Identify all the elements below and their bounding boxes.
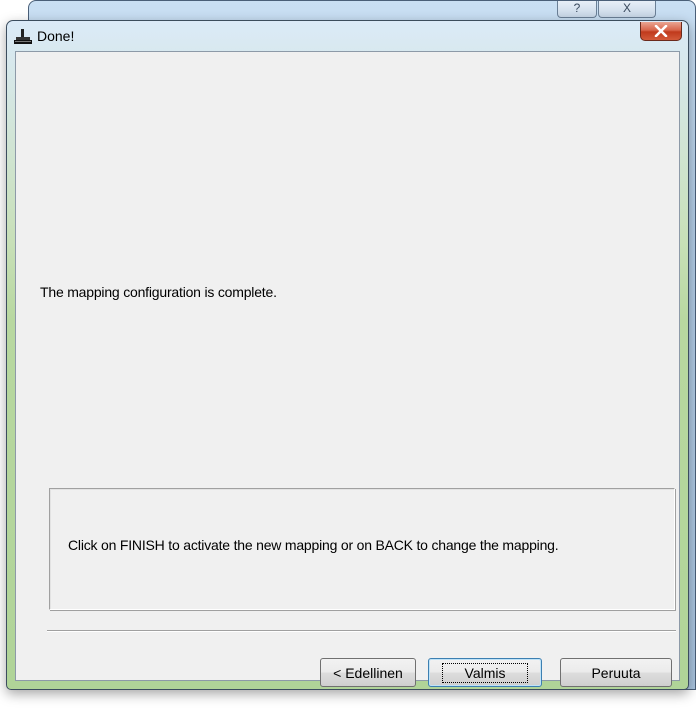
wizard-page: The mapping configuration is complete. C… [15, 51, 680, 687]
info-text: Click on FINISH to activate the new mapp… [68, 537, 559, 553]
title-bar[interactable]: Done! [7, 21, 688, 51]
cancel-button[interactable]: Peruuta [560, 658, 672, 687]
background-help-button[interactable]: ? [557, 1, 597, 18]
finish-button[interactable]: Valmis [428, 658, 542, 687]
dialog-title: Done! [37, 28, 75, 44]
info-panel: Click on FINISH to activate the new mapp… [49, 488, 675, 610]
finish-button-label: Valmis [441, 662, 529, 683]
back-button-label: < Edellinen [333, 664, 403, 681]
close-button[interactable] [640, 22, 682, 41]
cancel-button-label: Peruuta [591, 664, 641, 681]
button-separator [47, 630, 676, 632]
back-button[interactable]: < Edellinen [320, 658, 416, 687]
close-icon [654, 25, 668, 37]
bucket-pour-icon [14, 29, 32, 45]
completion-message: The mapping configuration is complete. [40, 284, 277, 300]
background-window-title [69, 0, 539, 15]
background-close-button[interactable]: X [598, 1, 656, 18]
wizard-dialog: Done! The mapping configuration is compl… [6, 20, 689, 690]
